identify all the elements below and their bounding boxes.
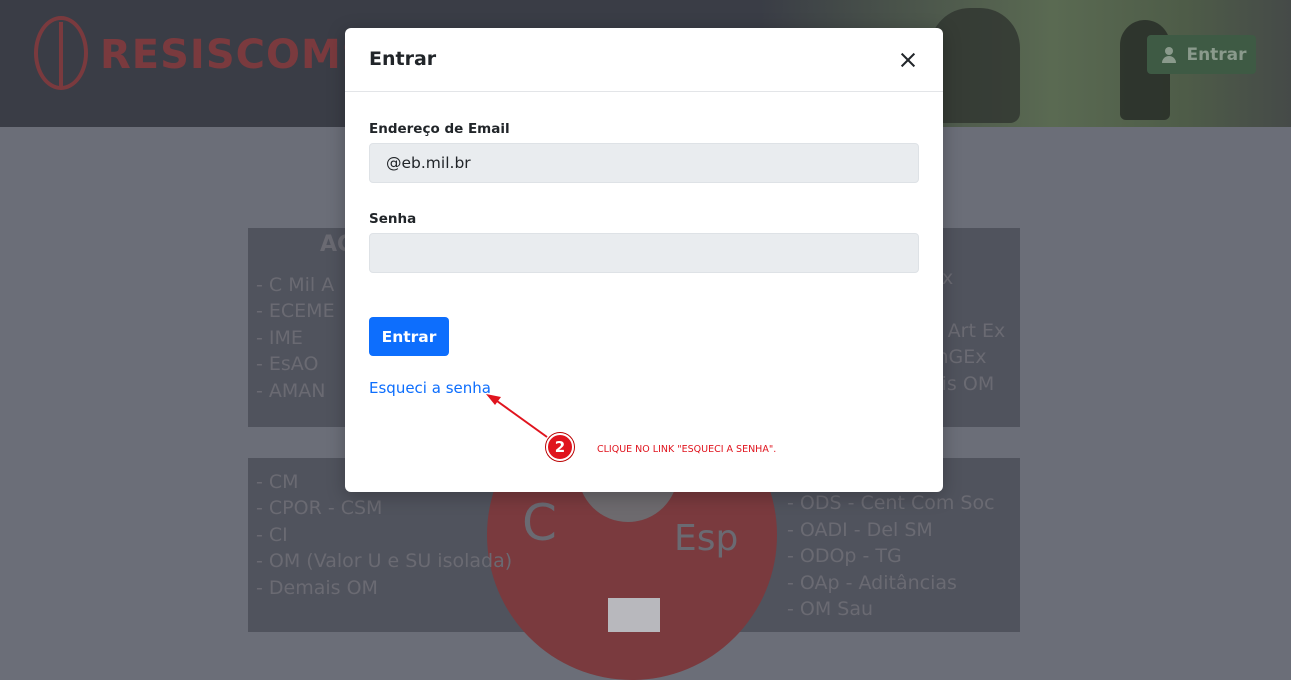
list-item[interactable]: - CI	[256, 522, 512, 548]
emblem-letter: C	[522, 494, 557, 552]
list-item[interactable]: - ODS - Cent Com Soc	[787, 490, 995, 516]
list-item[interactable]: - Demais OM	[256, 575, 512, 601]
logo-sword-icon	[59, 22, 63, 86]
email-field[interactable]	[369, 143, 919, 183]
list-item[interactable]: - EsAO	[256, 351, 335, 377]
forgot-password-link[interactable]: Esqueci a senha	[369, 379, 491, 397]
modal-title: Entrar	[369, 48, 437, 70]
header-login-button[interactable]: Entrar	[1147, 35, 1256, 74]
list-top-left: - C Mil A - ECEME - IME - EsAO - AMAN	[256, 272, 335, 404]
emblem-stem	[608, 598, 660, 632]
instruction-text: CLIQUE NO LINK "ESQUECI A SENHA".	[597, 444, 777, 455]
header-login-label: Entrar	[1186, 44, 1247, 65]
user-icon	[1162, 46, 1177, 63]
email-label: Endereço de Email	[369, 121, 510, 137]
list-item[interactable]: - OAp - Aditâncias	[787, 570, 995, 596]
list-item[interactable]: - ODOp - TG	[787, 543, 995, 569]
step-badge: 2	[546, 433, 574, 461]
list-item[interactable]: - IME	[256, 325, 335, 351]
list-item[interactable]: - OM (Valor U e SU isolada)	[256, 548, 512, 574]
hero-soldier-figure	[930, 8, 1020, 123]
list-item[interactable]: - OADI - Del SM	[787, 517, 995, 543]
list-item[interactable]: - OM Sau	[787, 596, 995, 622]
password-field[interactable]	[369, 233, 919, 273]
login-modal: Entrar Endereço de Email Senha Entrar Es…	[345, 28, 943, 492]
password-label: Senha	[369, 211, 417, 227]
list-item[interactable]: - CPOR - CSM	[256, 495, 512, 521]
modal-header: Entrar	[345, 28, 943, 92]
close-icon[interactable]	[893, 46, 923, 74]
list-item[interactable]: - AMAN	[256, 378, 335, 404]
list-item[interactable]: - C Mil A	[256, 272, 335, 298]
submit-button[interactable]: Entrar	[369, 317, 449, 356]
list-item[interactable]: - ECEME	[256, 298, 335, 324]
emblem-word: Esp	[674, 518, 739, 559]
